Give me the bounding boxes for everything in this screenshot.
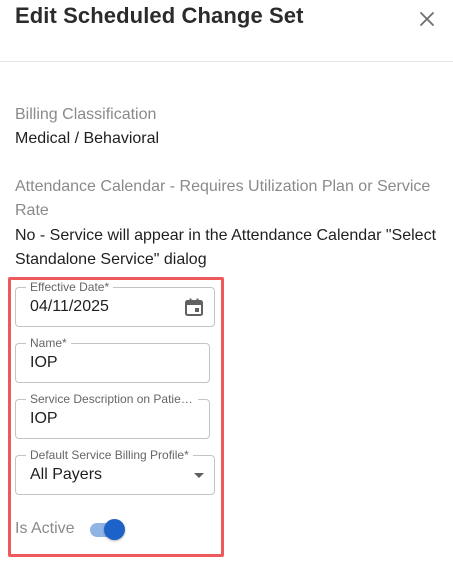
toggle-thumb [104, 519, 125, 540]
effective-date-value[interactable]: 04/11/2025 [30, 297, 109, 317]
billing-profile-label: Default Service Billing Profile* [26, 448, 193, 462]
attendance-calendar-value-line2: Standalone Service" dialog [15, 251, 207, 268]
effective-date-field[interactable]: Effective Date* 04/11/2025 [15, 280, 215, 327]
dropdown-caret-icon [194, 473, 204, 478]
service-description-value[interactable]: IOP [30, 409, 58, 429]
name-field[interactable]: Name* IOP [15, 336, 210, 383]
billing-classification-value: Medical / Behavioral [15, 130, 160, 147]
billing-profile-select[interactable]: Default Service Billing Profile* All Pay… [15, 448, 215, 495]
service-description-field[interactable]: Service Description on Patien... IOP [15, 392, 210, 439]
billing-profile-value: All Payers [30, 466, 103, 483]
is-active-label: Is Active [15, 520, 75, 537]
name-label: Name* [26, 336, 71, 350]
name-value[interactable]: IOP [30, 353, 58, 373]
calendar-icon[interactable] [184, 297, 204, 317]
attendance-calendar-label-line2: Rate [15, 202, 49, 219]
close-icon [420, 12, 434, 26]
close-button[interactable] [412, 6, 442, 32]
billing-classification-label: Billing Classification [15, 106, 157, 123]
attendance-calendar-value-line1: No - Service will appear in the Attendan… [15, 227, 437, 244]
service-description-label: Service Description on Patien... [26, 392, 198, 406]
attendance-calendar-label-line1: Attendance Calendar - Requires Utilizati… [15, 178, 431, 195]
dialog-header: Edit Scheduled Change Set [0, 0, 453, 62]
dialog-title: Edit Scheduled Change Set [15, 3, 304, 28]
effective-date-label: Effective Date* [26, 280, 114, 294]
is-active-toggle[interactable] [88, 519, 126, 541]
